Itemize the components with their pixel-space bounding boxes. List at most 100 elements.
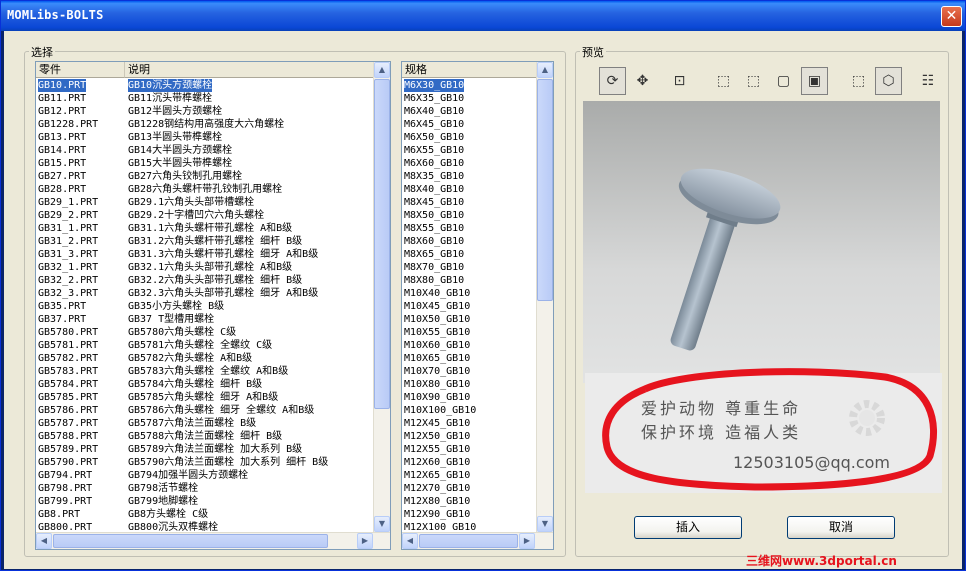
- spec-cell: M6X35_GB10: [404, 93, 465, 104]
- part-list-hscroll[interactable]: ◀ ▶: [36, 532, 390, 549]
- part-list[interactable]: 零件 说明 GB10.PRT GB10沉头方颈螺栓 GB11.PRT GB11沉头带榫…: [35, 61, 391, 550]
- desc-cell: GB5783六角头螺栓 全螺纹 A和B级: [128, 366, 289, 377]
- part-cell: GB1228.PRT: [38, 119, 99, 130]
- cancel-button[interactable]: 取消: [787, 516, 895, 539]
- scroll-up-icon[interactable]: ▲: [537, 62, 553, 78]
- part-cell: GB798.PRT: [38, 483, 93, 494]
- select-group-label: 选择: [29, 44, 55, 60]
- part-cell: GB35.PRT: [38, 301, 87, 312]
- part-cell: GB12.PRT: [38, 106, 87, 117]
- part-cell: GB5790.PRT: [38, 457, 99, 468]
- part-cell: GB27.PRT: [38, 171, 87, 182]
- annotation-circle: [602, 368, 937, 491]
- part-cell: GB5784.PRT: [38, 379, 99, 390]
- spec-list-hscroll[interactable]: ◀ ▶: [402, 532, 553, 549]
- part-list-vscroll[interactable]: ▲ ▼: [373, 62, 390, 533]
- part-list-scroll-thumb[interactable]: [374, 79, 390, 409]
- spec-cell: M6X40_GB10: [404, 106, 465, 117]
- desc-cell: GB29.2十字槽凹穴六角头螺栓: [128, 210, 265, 221]
- desc-cell: GB798活节螺栓: [128, 483, 199, 494]
- spec-cell: M10X90_GB10: [404, 392, 471, 403]
- desc-cell: GB12半圆头方颈螺栓: [128, 106, 223, 117]
- part-cell: GB5780.PRT: [38, 327, 99, 338]
- insert-button[interactable]: 插入: [634, 516, 742, 539]
- scroll-down-icon[interactable]: ▼: [374, 516, 390, 532]
- part-list-hscroll-thumb[interactable]: [53, 534, 328, 548]
- ruler-icon[interactable]: ☷: [918, 67, 938, 95]
- spec-cell: M12X80_GB10: [404, 496, 471, 507]
- desc-cell: GB5790六角法兰面螺栓 加大系列 细杆 B级: [128, 457, 329, 468]
- desc-cell: GB32.2六角头头部带孔螺栓 细杆 B级: [128, 275, 303, 286]
- part-cell: GB10.PRT: [38, 79, 87, 92]
- desc-cell: GB27六角头铰制孔用螺栓: [128, 171, 243, 182]
- desc-cell: GB32.1六角头头部带孔螺栓 A和B级: [128, 262, 293, 273]
- no-hidden-view-icon[interactable]: ▢: [770, 67, 797, 95]
- spec-list-vscroll[interactable]: ▲ ▼: [536, 62, 553, 533]
- desc-cell: GB5788六角法兰面螺栓 细杆 B级: [128, 431, 283, 442]
- desc-cell: GB37 T型槽用螺栓: [128, 314, 215, 325]
- desc-cell: GB31.1六角头螺杆带孔螺栓 A和B级: [128, 223, 293, 234]
- desc-cell: GB8方头螺栓 C级: [128, 509, 209, 520]
- part-cell: GB28.PRT: [38, 184, 87, 195]
- pan-view-icon[interactable]: ✥: [629, 67, 656, 95]
- desc-cell: GB31.2六角头螺杆带孔螺栓 细杆 B级: [128, 236, 303, 247]
- part-cell: GB14.PRT: [38, 145, 87, 156]
- spec-cell: M6X50_GB10: [404, 132, 465, 143]
- zoom-fit-icon[interactable]: ⊡: [666, 67, 693, 95]
- wireframe-view-icon[interactable]: ⬚: [710, 67, 737, 95]
- close-button[interactable]: ✕: [941, 6, 962, 27]
- spec-list[interactable]: 规格 M6X30_GB10 M6X35_GB10 M6X40_GB10 M6X45_G…: [401, 61, 554, 550]
- preview-group-label: 预览: [580, 44, 606, 60]
- scroll-right-icon[interactable]: ▶: [519, 533, 535, 549]
- spec-list-hscroll-thumb[interactable]: [419, 534, 518, 548]
- desc-cell: GB5780六角头螺栓 C级: [128, 327, 237, 338]
- desc-cell: GB13半圆头带榫螺栓: [128, 132, 223, 143]
- preview-viewport[interactable]: [583, 101, 940, 383]
- desc-cell: GB15大半圆头带榫螺栓: [128, 158, 233, 169]
- part-column-header[interactable]: 零件: [36, 62, 125, 78]
- desc-cell: GB35小方头螺栓 B级: [128, 301, 225, 312]
- perspective-view-icon[interactable]: ⬡: [875, 67, 902, 95]
- part-cell: GB32_3.PRT: [38, 288, 99, 299]
- part-cell: GB11.PRT: [38, 93, 87, 104]
- spec-cell: M10X80_GB10: [404, 379, 471, 390]
- scroll-right-icon[interactable]: ▶: [357, 533, 373, 549]
- spec-cell: M8X60_GB10: [404, 236, 465, 247]
- part-cell: GB15.PRT: [38, 158, 87, 169]
- desc-cell: GB31.3六角头螺杆带孔螺栓 细牙 A和B级: [128, 249, 319, 260]
- spec-cell: M8X80_GB10: [404, 275, 465, 286]
- spec-cell: M12X90_GB10: [404, 509, 471, 520]
- hidden-line-view-icon[interactable]: ⬚: [740, 67, 767, 95]
- part-cell: GB31_1.PRT: [38, 223, 99, 234]
- rotate-view-icon[interactable]: ⟳: [599, 67, 626, 95]
- part-cell: GB31_3.PRT: [38, 249, 99, 260]
- spec-cell: M6X30_GB10: [404, 79, 465, 92]
- spec-cell: M6X45_GB10: [404, 119, 465, 130]
- part-cell: GB37.PRT: [38, 314, 87, 325]
- part-cell: GB5783.PRT: [38, 366, 99, 377]
- desc-cell: GB11沉头带榫螺栓: [128, 93, 213, 104]
- spec-cell: M10X100_GB10: [404, 405, 477, 416]
- spec-cell: M10X70_GB10: [404, 366, 471, 377]
- scroll-down-icon[interactable]: ▼: [537, 516, 553, 532]
- title-bar[interactable]: MOMLibs-BOLTS ✕: [1, 1, 965, 31]
- desc-cell: GB799地脚螺栓: [128, 496, 199, 507]
- isometric-view-icon[interactable]: ⬚: [845, 67, 872, 95]
- desc-cell: GB1228钢结构用高强度大六角螺栓: [128, 119, 285, 130]
- spec-list-scroll-thumb[interactable]: [537, 79, 553, 301]
- part-cell: GB29_1.PRT: [38, 197, 99, 208]
- shaded-view-icon[interactable]: ▣: [801, 67, 828, 95]
- spec-cell: M8X45_GB10: [404, 197, 465, 208]
- scroll-left-icon[interactable]: ◀: [36, 533, 52, 549]
- spec-column-header[interactable]: 规格: [402, 62, 537, 78]
- promo-image: 爱护动物 尊重生命 保护环境 造福人类 12503105@qq.com: [585, 368, 942, 493]
- scroll-up-icon[interactable]: ▲: [374, 62, 390, 78]
- dialog-client: 选择 零件 说明 GB10.PRT GB10沉头方颈螺栓 GB11.PRT GB11沉…: [4, 31, 962, 569]
- part-cell: GB32_1.PRT: [38, 262, 99, 273]
- desc-cell: GB29.1六角头头部带槽螺栓: [128, 197, 255, 208]
- desc-column-header[interactable]: 说明: [125, 62, 374, 78]
- spec-cell: M10X65_GB10: [404, 353, 471, 364]
- desc-cell: GB5786六角头螺栓 细牙 全螺纹 A和B级: [128, 405, 315, 416]
- part-cell: GB5788.PRT: [38, 431, 99, 442]
- scroll-left-icon[interactable]: ◀: [402, 533, 418, 549]
